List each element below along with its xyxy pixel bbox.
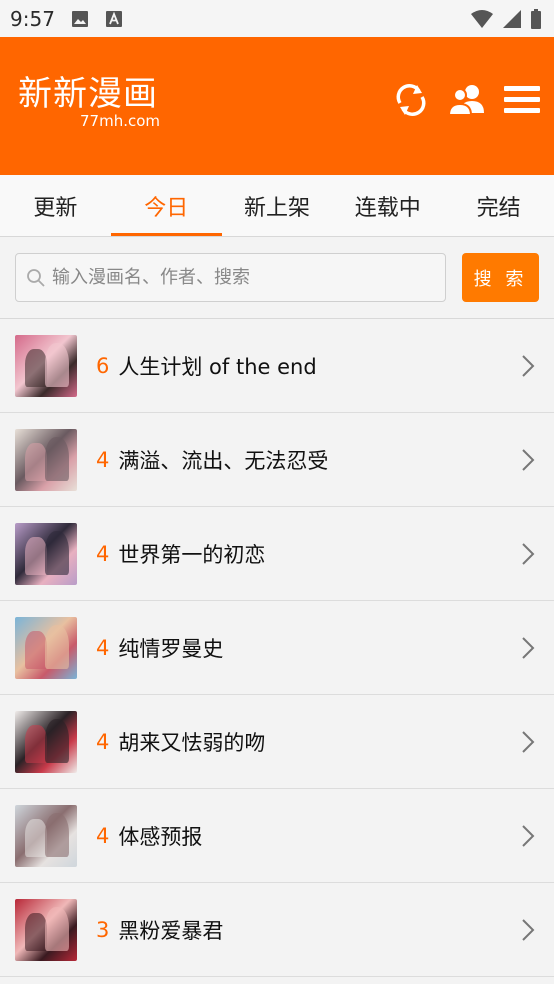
list-item[interactable]: 3 黑粉爱暴君 [0,883,554,977]
list-item[interactable]: 6 人生计划 of the end [0,319,554,413]
signal-icon [503,9,521,28]
refresh-icon[interactable] [392,81,430,119]
header-actions [392,81,540,119]
list-item[interactable]: 4 体感预报 [0,789,554,883]
chevron-right-icon [522,918,535,941]
chapter-count: 4 [96,635,110,660]
logo-text: 新新漫画 [18,74,158,114]
chapter-count: 4 [96,447,110,472]
comic-title: 体感预报 [118,824,203,849]
comic-title: 满溢、流出、无法忍受 [118,448,329,473]
comic-cover-thumbnail [15,804,77,867]
chapter-count: 4 [96,541,110,566]
status-right [470,8,542,29]
logo[interactable]: 新新漫画 77mh.com [18,75,160,129]
comic-cover-thumbnail [15,334,77,397]
app-header: 新新漫画 77mh.com [0,37,554,175]
comic-title: 世界第一的初恋 [118,542,266,567]
menu-icon[interactable] [504,84,540,116]
image-notification-icon [71,10,88,27]
tab-2[interactable]: 新上架 [222,175,333,236]
tab-1[interactable]: 今日 [110,175,222,236]
comic-cover-thumbnail [15,428,77,491]
battery-icon [531,8,541,29]
chevron-right-icon [522,636,535,659]
comic-list: 6 人生计划 of the end 4 满溢、流出、无法忍受 4 世界第一的初恋 4 纯情罗曼… [0,319,554,977]
chapter-count: 4 [96,729,110,754]
list-item[interactable]: 4 纯情罗曼史 [0,601,554,695]
chevron-right-icon [522,542,535,565]
comic-title: 胡来又怯弱的吻 [118,730,266,755]
logo-domain: 77mh.com [80,112,161,130]
category-tabs: 更新 今日 新上架 连载中 完结 [0,175,554,237]
list-item[interactable]: 4 满溢、流出、无法忍受 [0,413,554,507]
list-item[interactable]: 4 世界第一的初恋 [0,507,554,601]
search-box[interactable] [15,253,446,302]
chapter-count: 3 [96,917,110,942]
search-icon [27,268,45,287]
comic-title: 人生计划 of the end [118,354,317,379]
tab-4[interactable]: 完结 [443,175,554,236]
search-bar: 搜 索 [0,237,554,319]
comic-title: 黑粉爱暴君 [118,918,224,943]
chevron-right-icon [522,354,535,377]
status-left: 9:57 [10,7,123,31]
comic-title: 纯情罗曼史 [118,636,224,661]
tab-3[interactable]: 连载中 [332,175,443,236]
chevron-right-icon [522,824,535,847]
text-notification-icon [105,10,122,27]
user-icon[interactable] [448,83,486,117]
wifi-icon [471,9,493,28]
comic-cover-thumbnail [15,616,77,679]
chevron-right-icon [522,448,535,471]
chapter-count: 4 [96,823,110,848]
list-item[interactable]: 4 胡来又怯弱的吻 [0,695,554,789]
search-button[interactable]: 搜 索 [462,253,539,302]
search-input[interactable] [52,267,435,288]
tab-0[interactable]: 更新 [0,175,111,236]
status-time: 9:57 [10,6,55,31]
chevron-right-icon [522,730,535,753]
comic-cover-thumbnail [15,522,77,585]
comic-cover-thumbnail [15,898,77,961]
chapter-count: 6 [96,353,110,378]
status-bar: 9:57 [0,0,554,37]
comic-cover-thumbnail [15,710,77,773]
